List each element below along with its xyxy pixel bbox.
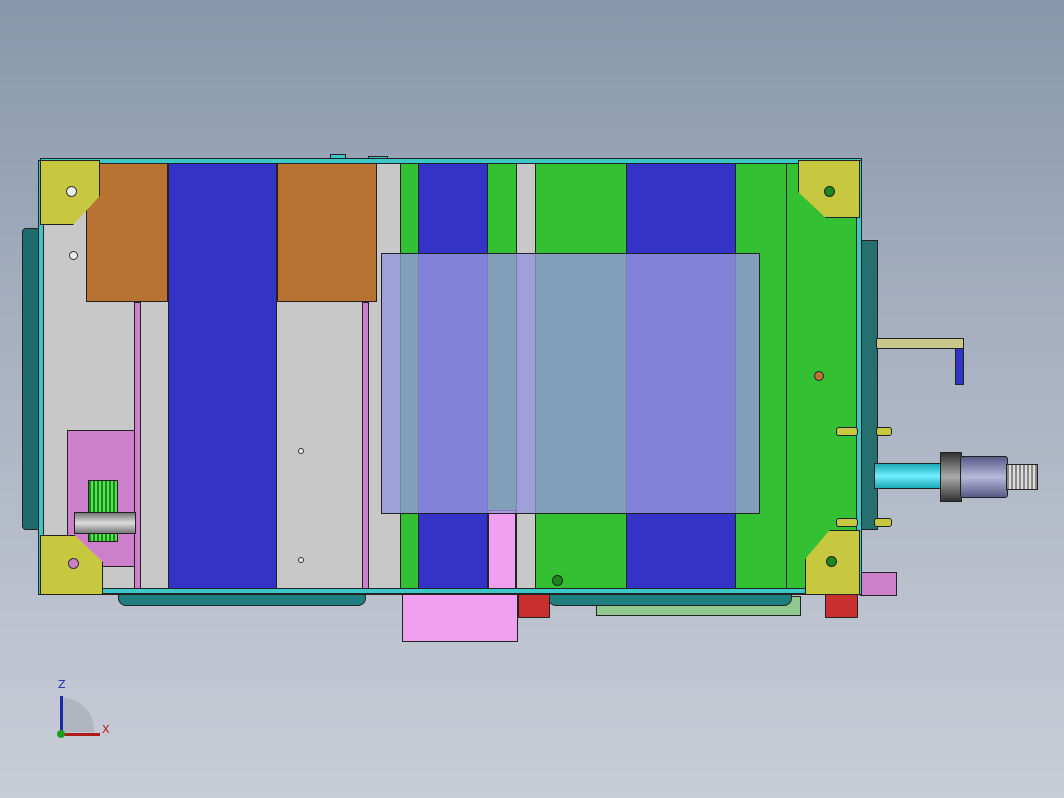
pink-strip [362, 302, 369, 590]
bolt-hole [66, 186, 77, 197]
bolt-hole [814, 371, 824, 381]
bolt-hole [826, 556, 837, 567]
blue-belt [168, 163, 277, 590]
red-block [825, 594, 858, 618]
bolt-hole [552, 575, 563, 586]
pink-bottom-block [402, 588, 518, 642]
fitting [874, 518, 892, 527]
pink-strip [134, 302, 141, 590]
pink-right-block [860, 572, 897, 596]
pink-strip [488, 510, 516, 590]
bolt-hole [298, 448, 304, 454]
bolt-hole [68, 558, 79, 569]
cyan-edge-bottom [40, 588, 862, 594]
z-axis-label: Z [58, 678, 66, 691]
cyan-edge-left [38, 160, 44, 595]
x-axis-label: X [102, 723, 110, 736]
fitting [836, 518, 858, 527]
sensor-bracket-tab [955, 348, 964, 385]
shaft [74, 512, 136, 534]
cyan-edge-right [856, 160, 862, 595]
origin-dot [57, 730, 65, 738]
axis-triad: Z X [50, 676, 120, 746]
translucent-plate [381, 253, 760, 514]
fitting [876, 427, 892, 436]
bolt-hole [298, 557, 304, 563]
fitting [836, 427, 858, 436]
cad-viewport[interactable]: Z X [0, 0, 1064, 798]
motor-shaft [874, 463, 946, 489]
cyan-edge-top [40, 158, 862, 164]
motor-coupling [940, 452, 962, 502]
sensor-bracket [876, 338, 964, 349]
bolt-hole [69, 251, 78, 260]
motor-thread [1006, 464, 1038, 490]
bolt-hole [824, 186, 835, 197]
brown-block [277, 163, 377, 302]
x-axis-arrow [62, 733, 100, 736]
red-block [518, 594, 550, 618]
triad-quadrant [62, 698, 94, 732]
motor-body [960, 456, 1008, 498]
